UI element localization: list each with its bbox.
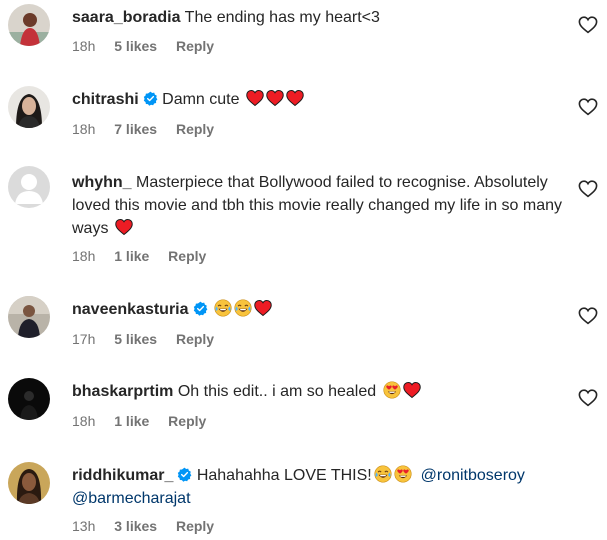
like-heart-icon[interactable] xyxy=(578,389,598,407)
comment-text: Hahahahha LOVE THIS! xyxy=(196,467,372,484)
mention-link[interactable]: @barmecharajat xyxy=(72,490,191,507)
like-heart-icon[interactable] xyxy=(578,307,598,325)
mention-link[interactable]: @ronitboseroy xyxy=(421,467,525,484)
comment-body: bhaskarprtim Oh this edit.. i am so heal… xyxy=(72,380,562,403)
comment-meta: 18h 5 likes Reply xyxy=(72,38,229,54)
likes-count[interactable]: 1 like xyxy=(114,413,149,429)
red-heart-icon xyxy=(266,89,284,107)
heart-eyes-emoji-icon xyxy=(383,381,401,399)
username[interactable]: whyhn_ xyxy=(72,174,132,191)
verified-badge-icon xyxy=(177,467,192,482)
red-heart-icon xyxy=(115,218,133,236)
crying-laughing-emoji-icon xyxy=(234,299,252,317)
red-heart-icon xyxy=(403,381,421,399)
likes-count[interactable]: 3 likes xyxy=(114,518,157,534)
like-heart-icon[interactable] xyxy=(578,98,598,116)
timestamp: 18h xyxy=(72,248,96,264)
timestamp: 13h xyxy=(72,518,96,534)
comment-text: The ending has my heart<3 xyxy=(184,9,380,26)
comment-text: Damn cute xyxy=(162,91,240,108)
like-heart-icon[interactable] xyxy=(578,16,598,34)
avatar[interactable] xyxy=(8,166,50,208)
likes-count[interactable]: 1 like xyxy=(114,248,149,264)
comment-body: saara_boradia The ending has my heart<3 xyxy=(72,6,562,29)
avatar[interactable] xyxy=(8,4,50,46)
username[interactable]: chitrashi xyxy=(72,91,139,108)
crying-laughing-emoji-icon xyxy=(214,299,232,317)
comment-text: Oh this edit.. i am so healed xyxy=(177,383,377,400)
comment-text: Masterpiece that Bollywood failed to rec… xyxy=(72,174,563,237)
likes-count[interactable]: 5 likes xyxy=(114,38,157,54)
crying-laughing-emoji-icon xyxy=(374,465,392,483)
reply-button[interactable]: Reply xyxy=(176,121,214,137)
likes-count[interactable]: 7 likes xyxy=(114,121,157,137)
comment-meta: 13h 3 likes Reply xyxy=(72,518,229,534)
avatar[interactable] xyxy=(8,462,50,504)
comment-meta: 18h 1 like Reply xyxy=(72,413,221,429)
timestamp: 18h xyxy=(72,413,96,429)
comment-body: riddhikumar_ Hahahahha LOVE THIS! @ronit… xyxy=(72,464,562,510)
red-heart-icon xyxy=(254,299,272,317)
username[interactable]: bhaskarprtim xyxy=(72,383,173,400)
username[interactable]: naveenkasturia xyxy=(72,301,189,318)
reply-button[interactable]: Reply xyxy=(176,331,214,347)
avatar[interactable] xyxy=(8,86,50,128)
verified-badge-icon xyxy=(143,91,158,106)
comment-meta: 18h 7 likes Reply xyxy=(72,121,229,137)
verified-badge-icon xyxy=(193,301,208,316)
comment-meta: 17h 5 likes Reply xyxy=(72,331,229,347)
timestamp: 18h xyxy=(72,121,96,137)
comment-body: whyhn_ Masterpiece that Bollywood failed… xyxy=(72,171,562,240)
comment-meta: 18h 1 like Reply xyxy=(72,248,221,264)
timestamp: 17h xyxy=(72,331,96,347)
likes-count[interactable]: 5 likes xyxy=(114,331,157,347)
reply-button[interactable]: Reply xyxy=(176,518,214,534)
avatar[interactable] xyxy=(8,296,50,338)
comment-body: chitrashi Damn cute xyxy=(72,88,562,111)
reply-button[interactable]: Reply xyxy=(168,413,206,429)
avatar[interactable] xyxy=(8,378,50,420)
red-heart-icon xyxy=(246,89,264,107)
heart-eyes-emoji-icon xyxy=(394,465,412,483)
comment-body: naveenkasturia xyxy=(72,298,562,321)
like-heart-icon[interactable] xyxy=(578,180,598,198)
reply-button[interactable]: Reply xyxy=(168,248,206,264)
username[interactable]: riddhikumar_ xyxy=(72,467,173,484)
red-heart-icon xyxy=(286,89,304,107)
timestamp: 18h xyxy=(72,38,96,54)
username[interactable]: saara_boradia xyxy=(72,9,181,26)
reply-button[interactable]: Reply xyxy=(176,38,214,54)
